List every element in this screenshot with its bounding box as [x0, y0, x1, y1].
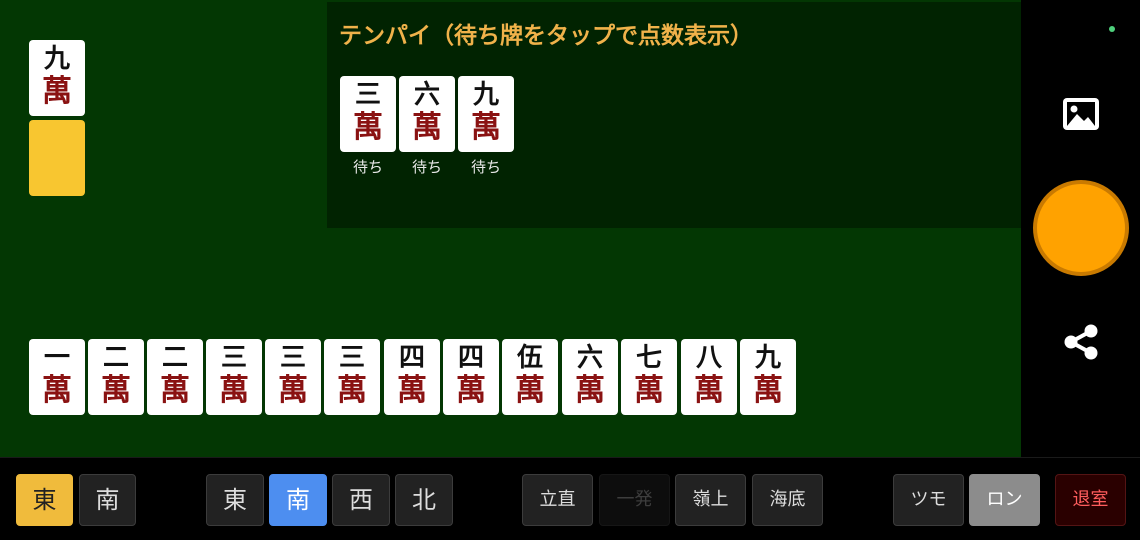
tile-number: 九 [754, 343, 781, 373]
tile-suit: 萬 [101, 373, 131, 408]
rinshan-button[interactable]: 嶺上 [675, 474, 746, 526]
hand-tile[interactable]: 二萬 [147, 339, 203, 415]
bottom-toolbar: 東 南 東 南 西 北 立直 一発 嶺上 海底 ツモ ロン 退室 [0, 457, 1140, 540]
wait-label: 待ち [470, 158, 501, 176]
tile-number: 六 [413, 80, 440, 110]
tile-number: 七 [635, 343, 662, 373]
tile-number: 三 [279, 343, 306, 373]
hand-tile[interactable]: 九萬 [740, 339, 796, 415]
ippatsu-button[interactable]: 一発 [599, 474, 670, 526]
tile-number: 二 [102, 343, 129, 373]
wait-label: 待ち [411, 158, 442, 176]
hand-tile[interactable]: 三萬 [206, 339, 262, 415]
seat-wind-east-button[interactable]: 東 [206, 474, 264, 526]
round-wind-east-button[interactable]: 東 [16, 474, 73, 526]
tile-suit: 萬 [694, 373, 724, 408]
wait-tile[interactable]: 六 萬 [399, 76, 455, 152]
hand-tile[interactable]: 伍萬 [502, 339, 558, 415]
tile-suit: 萬 [337, 373, 367, 408]
hand-tile[interactable]: 六萬 [562, 339, 618, 415]
seat-wind-south-button[interactable]: 南 [269, 474, 327, 526]
tile-suit: 萬 [471, 110, 501, 145]
tile-number: 伍 [516, 343, 543, 373]
tile-number: 四 [398, 343, 425, 373]
hand-tile[interactable]: 八萬 [681, 339, 737, 415]
exit-button[interactable]: 退室 [1055, 474, 1126, 526]
tile-back [29, 120, 85, 196]
hand-tile[interactable]: 二萬 [88, 339, 144, 415]
tile-number: 八 [695, 343, 722, 373]
wait-tile[interactable]: 三 萬 [340, 76, 396, 152]
tile-number: 三 [338, 343, 365, 373]
tile-suit: 萬 [397, 373, 427, 408]
tile-number: 二 [161, 343, 188, 373]
right-toolbar [1021, 0, 1140, 457]
haitei-button[interactable]: 海底 [752, 474, 823, 526]
tile-suit: 萬 [456, 373, 486, 408]
record-button[interactable] [1033, 180, 1129, 276]
hand-tile[interactable]: 七萬 [621, 339, 677, 415]
tile-suit: 萬 [575, 373, 605, 408]
seat-wind-west-button[interactable]: 西 [332, 474, 390, 526]
ron-button[interactable]: ロン [969, 474, 1040, 526]
tile-suit: 萬 [42, 373, 72, 408]
seat-wind-north-button[interactable]: 北 [395, 474, 453, 526]
wait-label: 待ち [352, 158, 383, 176]
tile-suit: 萬 [353, 110, 383, 145]
tile-suit: 萬 [219, 373, 249, 408]
tsumo-button[interactable]: ツモ [893, 474, 964, 526]
round-wind-south-button[interactable]: 南 [79, 474, 136, 526]
tile-number: 九 [472, 80, 499, 110]
hand-tile[interactable]: 三萬 [265, 339, 321, 415]
hand-tile[interactable]: 三萬 [324, 339, 380, 415]
tile-suit: 萬 [160, 373, 190, 408]
tile-suit: 萬 [634, 373, 664, 408]
tile-number: 四 [457, 343, 484, 373]
tile-number: 九 [43, 44, 70, 74]
tile-suit: 萬 [278, 373, 308, 408]
tenpai-title: テンパイ（待ち牌をタップで点数表示） [339, 23, 753, 49]
wait-tile[interactable]: 九 萬 [458, 76, 514, 152]
hand-tile[interactable]: 四萬 [443, 339, 499, 415]
tile-number: 六 [576, 343, 603, 373]
riichi-button[interactable]: 立直 [522, 474, 593, 526]
dora-indicator-tile[interactable]: 九 萬 [29, 40, 85, 116]
hand-tile[interactable]: 一萬 [29, 339, 85, 415]
tile-suit: 萬 [42, 74, 72, 109]
tile-number: 三 [220, 343, 247, 373]
tenpai-panel: テンパイ（待ち牌をタップで点数表示） 三 萬 六 萬 九 萬 待ち 待ち 待ち [327, 2, 1021, 228]
tile-suit: 萬 [412, 110, 442, 145]
tile-number: 三 [354, 80, 381, 110]
share-icon[interactable] [1059, 320, 1103, 364]
tile-number: 一 [43, 343, 70, 373]
app-root: 九 萬 テンパイ（待ち牌をタップで点数表示） 三 萬 六 萬 九 萬 待ち 待ち… [0, 0, 1140, 540]
tile-suit: 萬 [753, 373, 783, 408]
hand-tile[interactable]: 四萬 [384, 339, 440, 415]
tile-suit: 萬 [515, 373, 545, 408]
status-dot [1109, 26, 1115, 32]
mahjong-table: 九 萬 テンパイ（待ち牌をタップで点数表示） 三 萬 六 萬 九 萬 待ち 待ち… [0, 0, 1021, 457]
image-icon[interactable] [1059, 92, 1103, 136]
